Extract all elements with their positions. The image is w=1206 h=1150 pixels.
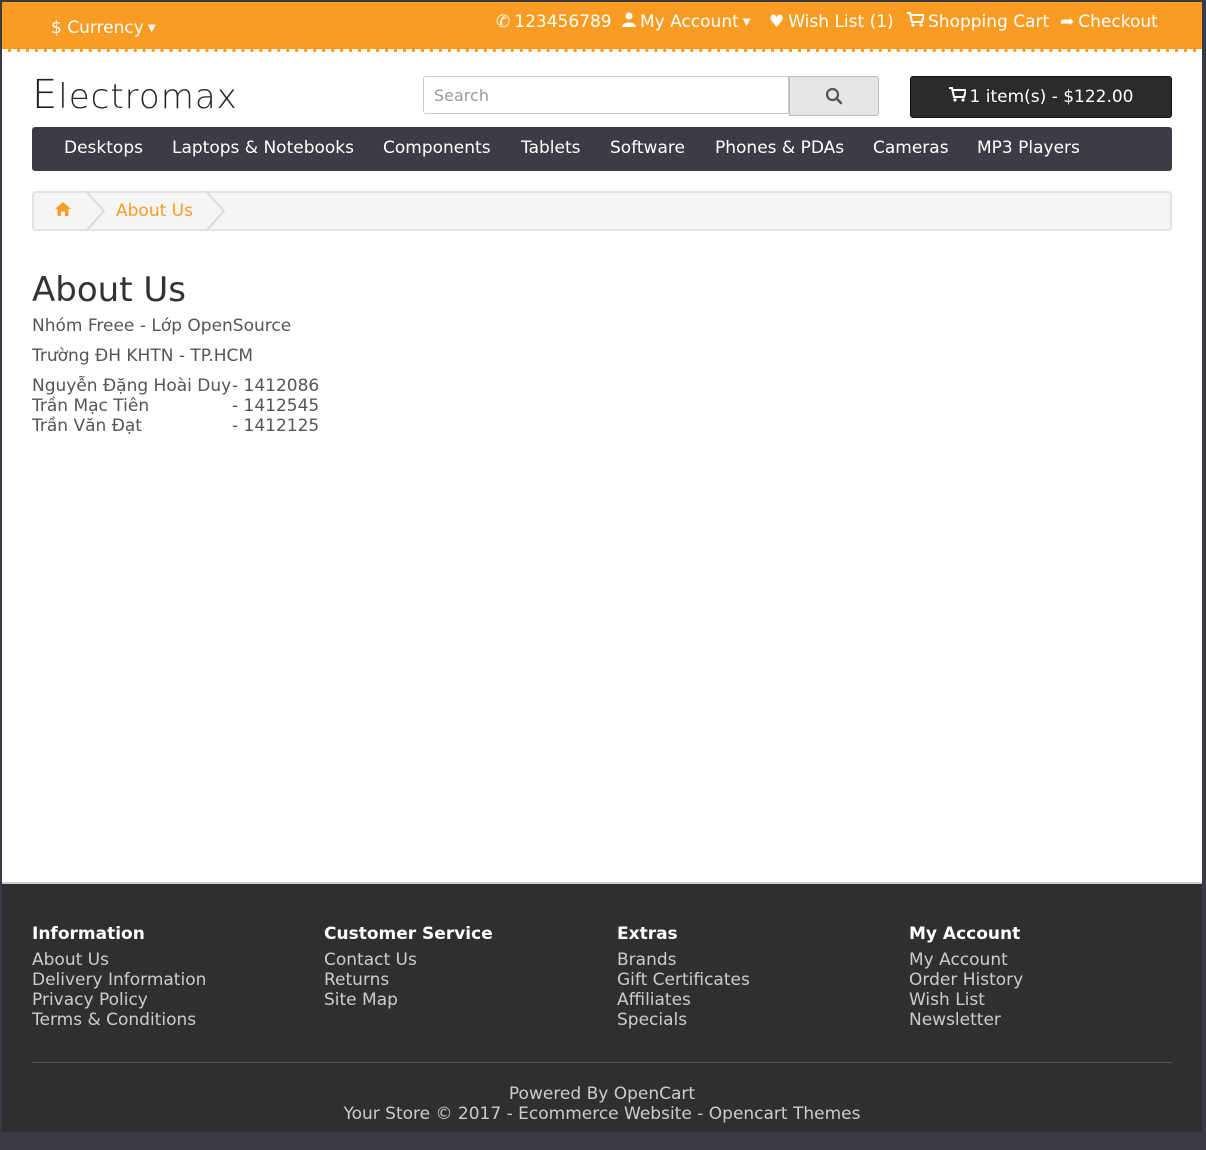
footer-link-order-history[interactable]: Order History bbox=[909, 970, 1023, 990]
copyright-text: Your Store © 2017 - bbox=[343, 1104, 513, 1124]
footer-link-privacy-policy[interactable]: Privacy Policy bbox=[32, 990, 206, 1010]
footer-credits: Powered By OpenCart Your Store © 2017 - … bbox=[2, 1084, 1202, 1124]
menu-item-tablets[interactable]: Tablets bbox=[521, 138, 580, 158]
my-account-label: My Account bbox=[640, 12, 739, 32]
menu-item-cameras[interactable]: Cameras bbox=[873, 138, 949, 158]
breadcrumb: About Us bbox=[32, 191, 1172, 231]
wish-list-label: Wish List (1) bbox=[788, 12, 894, 32]
powered-by-line: Powered By OpenCart bbox=[2, 1084, 1202, 1104]
footer-link-delivery-information[interactable]: Delivery Information bbox=[32, 970, 206, 990]
wish-list-link[interactable]: ♥ Wish List (1) bbox=[769, 12, 894, 32]
menu-item-phones-pdas[interactable]: Phones & PDAs bbox=[715, 138, 844, 158]
footer-link-terms-conditions[interactable]: Terms & Conditions bbox=[32, 1010, 206, 1030]
ecommerce-website-link[interactable]: Ecommerce Website bbox=[518, 1104, 692, 1124]
phone-number: 123456789 bbox=[514, 12, 612, 32]
footer-column-extras: Extras Brands Gift Certificates Affiliat… bbox=[617, 924, 750, 1030]
menu-item-desktops[interactable]: Desktops bbox=[64, 138, 143, 158]
shopping-cart-label: Shopping Cart bbox=[928, 12, 1050, 32]
heart-icon: ♥ bbox=[769, 12, 785, 32]
cart-icon bbox=[948, 87, 967, 107]
caret-down-icon: ▼ bbox=[147, 22, 156, 34]
home-icon[interactable] bbox=[54, 201, 72, 221]
menu-item-mp3-players[interactable]: MP3 Players bbox=[977, 138, 1080, 158]
school-line: Trường ĐH KHTN - TP.HCM bbox=[32, 346, 254, 366]
caret-down-icon: ▼ bbox=[742, 16, 751, 28]
footer-heading: Information bbox=[32, 924, 145, 944]
footer-divider bbox=[32, 1062, 1172, 1063]
share-arrow-icon: ➦ bbox=[1060, 12, 1075, 32]
powered-by-text: Powered By bbox=[508, 1084, 609, 1104]
currency-dropdown[interactable]: $ Currency ▼ bbox=[51, 18, 156, 38]
menu-item-laptops-notebooks[interactable]: Laptops & Notebooks bbox=[172, 138, 354, 158]
footer-link-contact-us[interactable]: Contact Us bbox=[324, 950, 493, 970]
my-account-dropdown[interactable]: My Account ▼ bbox=[622, 12, 750, 32]
footer-link-newsletter[interactable]: Newsletter bbox=[909, 1010, 1023, 1030]
menu-item-components[interactable]: Components bbox=[383, 138, 491, 158]
top-bar: $ Currency ▼ ✆ 123456789 My Account ▼ ♥ Wish… bbox=[2, 2, 1202, 52]
footer-link-gift-certificates[interactable]: Gift Certificates bbox=[617, 970, 750, 990]
member-name: Trần Văn Đạt bbox=[32, 416, 142, 436]
member-id: - 1412545 bbox=[232, 396, 320, 416]
copyright-line: Your Store © 2017 - Ecommerce Website - … bbox=[2, 1104, 1202, 1124]
shopping-cart-link[interactable]: Shopping Cart bbox=[907, 12, 1049, 32]
footer-link-brands[interactable]: Brands bbox=[617, 950, 750, 970]
page: $ Currency ▼ ✆ 123456789 My Account ▼ ♥ Wish… bbox=[2, 2, 1202, 1132]
footer-link-returns[interactable]: Returns bbox=[324, 970, 493, 990]
footer-column-my-account: My Account My Account Order History Wish… bbox=[909, 924, 1023, 1030]
logo-initial: E bbox=[32, 72, 59, 118]
member-id: - 1412125 bbox=[232, 416, 320, 436]
cart-summary-text: 1 item(s) - $122.00 bbox=[969, 87, 1134, 107]
search-input[interactable] bbox=[423, 76, 789, 114]
user-icon bbox=[622, 12, 636, 32]
breadcrumb-about-us[interactable]: About Us bbox=[116, 201, 193, 221]
breadcrumb-separator bbox=[205, 191, 226, 231]
checkout-label: Checkout bbox=[1078, 12, 1158, 32]
menu-item-software[interactable]: Software bbox=[610, 138, 685, 158]
separator-dash: - bbox=[697, 1104, 704, 1124]
footer-link-specials[interactable]: Specials bbox=[617, 1010, 750, 1030]
cart-icon bbox=[907, 12, 926, 32]
member-name: Nguyễn Đặng Hoài Duy bbox=[32, 376, 232, 396]
footer-link-about-us[interactable]: About Us bbox=[32, 950, 206, 970]
footer-link-wish-list[interactable]: Wish List bbox=[909, 990, 1023, 1010]
checkout-link[interactable]: ➦ Checkout bbox=[1060, 12, 1158, 32]
phone-icon: ✆ bbox=[496, 12, 511, 32]
member-id: - 1412086 bbox=[232, 376, 320, 396]
opencart-link[interactable]: OpenCart bbox=[614, 1084, 695, 1104]
footer-heading: My Account bbox=[909, 924, 1021, 944]
store-logo[interactable]: Electromax bbox=[32, 72, 238, 118]
main-menu: Desktops Laptops & Notebooks Components … bbox=[32, 127, 1172, 171]
cart-summary-button[interactable]: 1 item(s) - $122.00 bbox=[910, 76, 1172, 118]
search-icon bbox=[825, 87, 843, 105]
opencart-themes-link[interactable]: Opencart Themes bbox=[709, 1104, 861, 1124]
footer-link-my-account[interactable]: My Account bbox=[909, 950, 1023, 970]
footer-link-site-map[interactable]: Site Map bbox=[324, 990, 493, 1010]
page-title: About Us bbox=[32, 270, 186, 310]
footer-heading: Customer Service bbox=[324, 924, 493, 944]
currency-label: $ Currency bbox=[51, 18, 144, 38]
footer-heading: Extras bbox=[617, 924, 678, 944]
search-button[interactable] bbox=[789, 76, 879, 116]
breadcrumb-separator bbox=[85, 191, 106, 231]
member-name: Trần Mạc Tiên bbox=[32, 396, 150, 416]
footer-link-affiliates[interactable]: Affiliates bbox=[617, 990, 750, 1010]
footer: Information About Us Delivery Informatio… bbox=[2, 882, 1202, 1132]
phone-link[interactable]: ✆ 123456789 bbox=[496, 12, 612, 32]
logo-text: lectromax bbox=[58, 77, 238, 117]
group-line: Nhóm Freee - Lớp OpenSource bbox=[32, 316, 292, 336]
footer-column-information: Information About Us Delivery Informatio… bbox=[32, 924, 206, 1030]
footer-column-customer-service: Customer Service Contact Us Returns Site… bbox=[324, 924, 493, 1010]
